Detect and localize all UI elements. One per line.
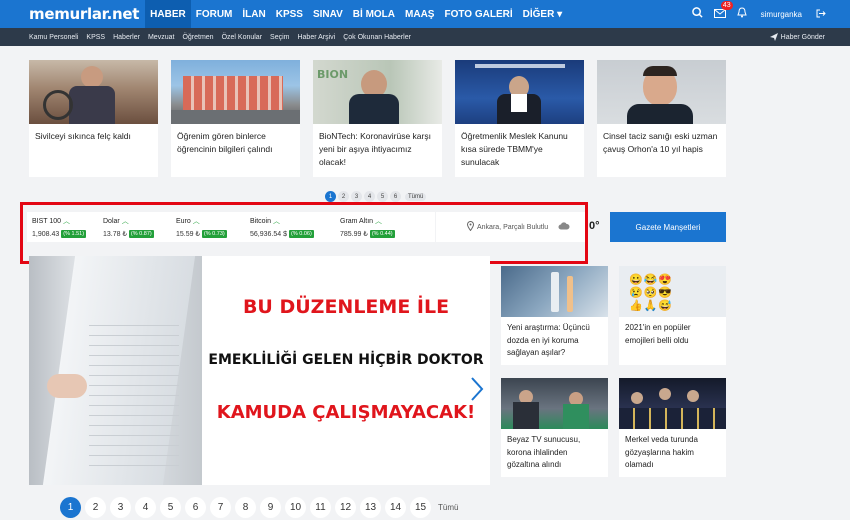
news-card[interactable]: Öğrenim gören binlerce öğrencinin bilgil… (171, 60, 300, 177)
side-news-card[interactable]: Beyaz TV sunucusu, korona ihlalinden göz… (501, 378, 608, 477)
news-title: Cinsel taciz sanığı eski uzman çavuş Orh… (603, 131, 718, 154)
side-news-card[interactable]: Merkel veda turunda gözyaşlarına hakim o… (619, 378, 726, 477)
subnav-ozel-konular[interactable]: Özel Konular (218, 34, 266, 41)
page-all-button[interactable]: Tümü (438, 503, 458, 512)
bell-icon[interactable] (731, 7, 753, 21)
page-button[interactable]: 13 (360, 497, 381, 518)
news-card[interactable]: BION BioNTech: Koronavirüse karşı yeni b… (313, 60, 442, 177)
page-button[interactable]: 4 (364, 191, 375, 202)
subnav-kamu-personeli[interactable]: Kamu Personeli (25, 34, 82, 41)
page-button[interactable]: 2 (338, 191, 349, 202)
page-button[interactable]: 1 (325, 191, 336, 202)
slider-headline-3: KAMUDA ÇALIŞMAYACAK! (216, 402, 476, 423)
site-logo[interactable]: memurlar.net (29, 5, 139, 23)
slider-pager: 1 2 3 4 5 6 7 8 9 10 11 12 13 14 15 Tümü (60, 497, 458, 518)
page-all-button[interactable]: Tümü (405, 192, 427, 201)
news-image (501, 266, 608, 317)
news-title: 2021'in en popüler emojileri belli oldu (625, 323, 691, 345)
news-title: Yeni araştırma: Üçüncü dozda en iyi koru… (507, 323, 590, 357)
news-card[interactable]: Cinsel taciz sanığı eski uzman çavuş Orh… (597, 60, 726, 177)
page-button[interactable]: 6 (185, 497, 206, 518)
news-title: Sivilceyi sıkınca felç kaldı (35, 131, 131, 141)
page-button[interactable]: 4 (135, 497, 156, 518)
page-button[interactable]: 1 (60, 497, 81, 518)
top-news-strip: Sivilceyi sıkınca felç kaldı Öğrenim gör… (29, 60, 726, 177)
news-image (29, 60, 158, 124)
page-button[interactable]: 3 (110, 497, 131, 518)
page-button[interactable]: 7 (210, 497, 231, 518)
nav-bi-mola[interactable]: Bİ MOLA (348, 0, 400, 28)
news-card[interactable]: Sivilceyi sıkınca felç kaldı (29, 60, 158, 177)
news-title: Öğretmenlik Meslek Kanunu kısa sürede TB… (461, 131, 568, 167)
sub-navbar: Kamu Personeli KPSS Haberler Mevzuat Öğr… (0, 28, 850, 46)
subnav-mevzuat[interactable]: Mevzuat (144, 34, 178, 41)
nav-maas[interactable]: MAAŞ (400, 0, 439, 28)
main-slider[interactable]: BU DÜZENLEME İLE EMEKLİLİĞİ GELEN HİÇBİR… (29, 256, 490, 485)
page-button[interactable]: 10 (285, 497, 306, 518)
page-button[interactable]: 11 (310, 497, 331, 518)
news-title: Öğrenim gören binlerce öğrencinin bilgil… (177, 131, 273, 154)
search-icon[interactable] (687, 7, 709, 21)
news-title: BioNTech: Koronavirüse karşı yeni bir aş… (319, 131, 431, 167)
subnav-kpss[interactable]: KPSS (82, 34, 109, 41)
subnav-cok-okunan[interactable]: Çok Okunan Haberler (339, 34, 415, 41)
send-news-link[interactable]: Haber Gönder (769, 28, 825, 46)
news-image: 😀😂😍 😢🥺😎 👍🙏😅 (619, 266, 726, 317)
nav-sinav[interactable]: SINAV (308, 0, 348, 28)
news-title: Beyaz TV sunucusu, korona ihlalinden göz… (507, 435, 581, 469)
highlight-box (20, 202, 588, 264)
top-news-pager: 1 2 3 4 5 6 Tümü (325, 191, 427, 202)
page-button[interactable]: 9 (260, 497, 281, 518)
slider-headline-2: EMEKLİLİĞİ GELEN HİÇBİR DOKTOR (208, 352, 484, 368)
nav-diger[interactable]: DİĞER ▾ (518, 0, 567, 28)
news-image (597, 60, 726, 124)
news-image (171, 60, 300, 124)
username[interactable]: simurganka (761, 10, 802, 19)
mail-icon[interactable]: 43 (709, 1, 733, 21)
side-news-card[interactable]: 😀😂😍 😢🥺😎 👍🙏😅 2021'in en popüler emojileri b… (619, 266, 726, 365)
page-button[interactable]: 12 (335, 497, 356, 518)
news-image (501, 378, 608, 429)
subnav-secim[interactable]: Seçim (266, 34, 293, 41)
news-title: Merkel veda turunda gözyaşlarına hakim o… (625, 435, 698, 469)
slider-image (29, 256, 202, 485)
send-icon (769, 33, 778, 41)
nav-foto-galeri[interactable]: FOTO GALERİ (439, 0, 517, 28)
news-image (619, 378, 726, 429)
news-image: BION (313, 60, 442, 124)
page-button[interactable]: 6 (390, 191, 401, 202)
page-button[interactable]: 5 (160, 497, 181, 518)
page-button[interactable]: 8 (235, 497, 256, 518)
nav-forum[interactable]: FORUM (191, 0, 238, 28)
page-button[interactable]: 15 (410, 497, 431, 518)
main-nav: HABER FORUM İLAN KPSS SINAV Bİ MOLA MAAŞ… (145, 0, 567, 28)
subnav-ogretmen[interactable]: Öğretmen (178, 34, 217, 41)
nav-ilan[interactable]: İLAN (237, 0, 270, 28)
page-button[interactable]: 5 (377, 191, 388, 202)
logout-icon[interactable] (810, 7, 832, 21)
page-button[interactable]: 3 (351, 191, 362, 202)
weather-temp: 0° (589, 220, 600, 232)
nav-haber[interactable]: HABER (145, 0, 191, 28)
news-image (455, 60, 584, 124)
slider-headline-1: BU DÜZENLEME İLE (242, 296, 450, 318)
nav-kpss[interactable]: KPSS (271, 0, 308, 28)
gazete-manset-button[interactable]: Gazete Manşetleri (610, 212, 726, 242)
top-navbar: memurlar.net HABER FORUM İLAN KPSS SINAV… (0, 0, 850, 28)
subnav-haber-arsivi[interactable]: Haber Arşivi (293, 34, 339, 41)
next-arrow-icon[interactable] (470, 376, 484, 409)
page-button[interactable]: 2 (85, 497, 106, 518)
page-button[interactable]: 14 (385, 497, 406, 518)
news-card[interactable]: Öğretmenlik Meslek Kanunu kısa sürede TB… (455, 60, 584, 177)
side-news-card[interactable]: Yeni araştırma: Üçüncü dozda en iyi koru… (501, 266, 608, 365)
subnav-haberler[interactable]: Haberler (109, 34, 144, 41)
send-news-label: Haber Gönder (780, 33, 825, 41)
